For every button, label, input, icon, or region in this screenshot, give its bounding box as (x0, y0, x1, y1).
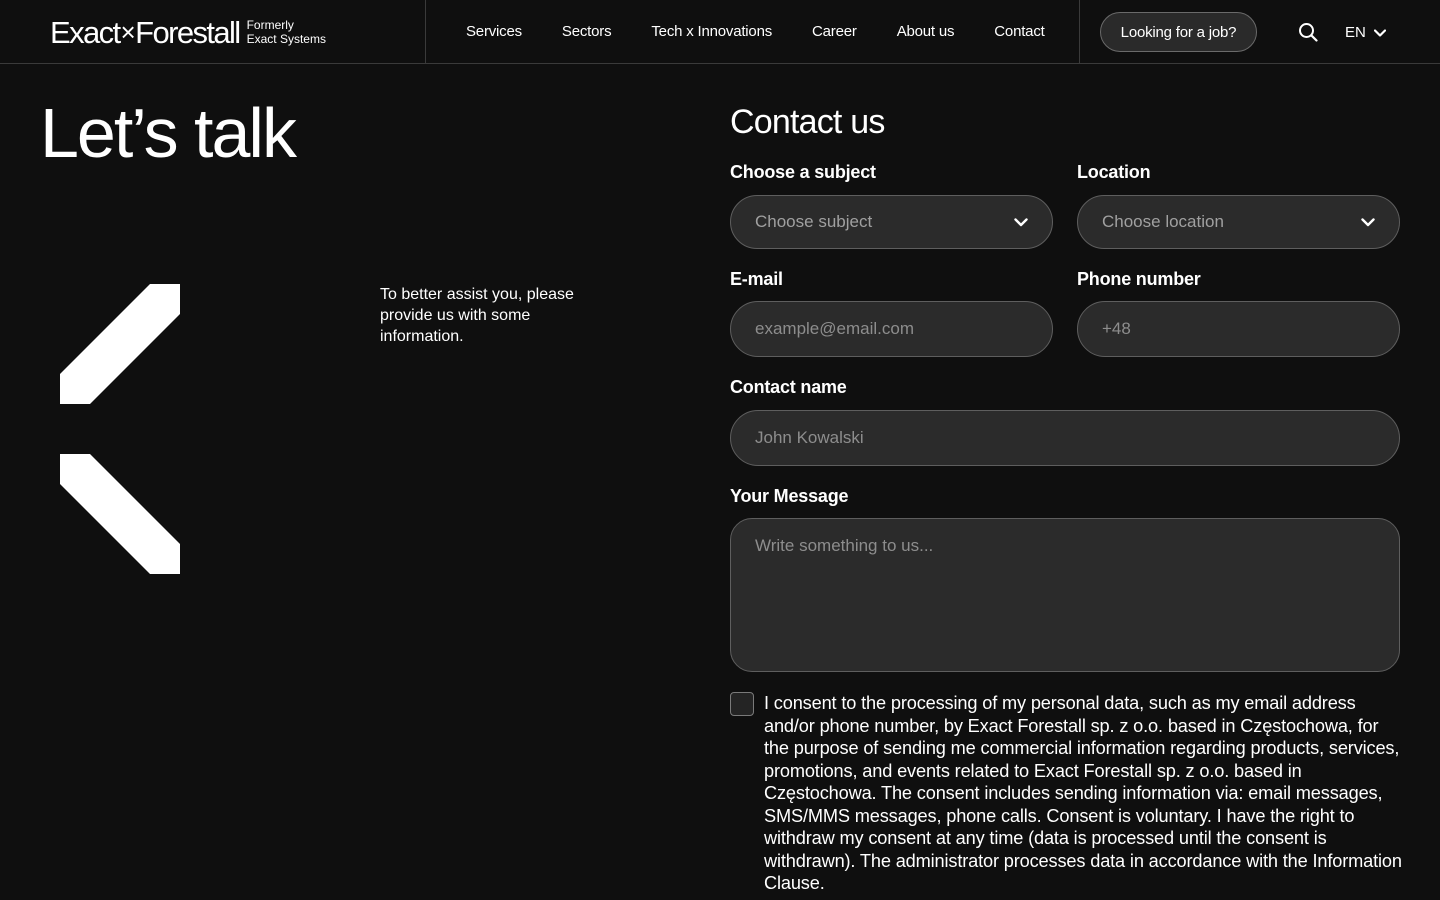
header-divider-right (1079, 0, 1080, 63)
main-nav: Services Sectors Tech x Innovations Care… (466, 0, 1045, 63)
chevron-down-icon (1373, 24, 1386, 41)
nav-item-contact[interactable]: Contact (994, 23, 1044, 40)
site-header: Exact × Forestall Formerly Exact Systems… (0, 0, 1440, 64)
logo-wordmark: Exact × Forestall (50, 14, 241, 50)
form-title: Contact us (730, 103, 885, 141)
logo-brand-right: Forestall (135, 14, 241, 50)
nav-item-career[interactable]: Career (812, 23, 857, 40)
nav-item-sectors[interactable]: Sectors (562, 23, 612, 40)
subject-select-value: Choose subject (755, 212, 873, 231)
message-label: Your Message (730, 486, 849, 506)
logo-sub-line2: Exact Systems (246, 32, 326, 46)
logo-sub-line1: Formerly (246, 18, 294, 32)
contact-name-label: Contact name (730, 377, 847, 397)
chevron-down-icon (1361, 212, 1375, 232)
language-code: EN (1345, 23, 1366, 41)
chevron-left-graphic (60, 284, 182, 576)
message-textarea[interactable] (730, 518, 1400, 672)
email-label: E-mail (730, 269, 783, 289)
logo-subtitle: Formerly Exact Systems (247, 18, 326, 46)
subject-select[interactable]: Choose subject (730, 195, 1053, 249)
intro-text: To better assist you, please provide us … (380, 286, 574, 345)
phone-label: Phone number (1077, 269, 1201, 289)
location-select[interactable]: Choose location (1077, 195, 1400, 249)
nav-item-about-us[interactable]: About us (897, 23, 955, 40)
location-label: Location (1077, 162, 1151, 182)
location-select-value: Choose location (1102, 212, 1224, 231)
consent-checkbox[interactable] (730, 692, 754, 716)
header-divider-left (425, 0, 426, 63)
phone-field[interactable] (1077, 301, 1400, 357)
page-title: Let’s talk (40, 94, 297, 172)
nav-item-tech-innovations[interactable]: Tech x Innovations (651, 23, 772, 40)
logo-brand-x: × (120, 17, 136, 47)
contact-name-field[interactable] (730, 410, 1400, 466)
nav-item-services[interactable]: Services (466, 23, 522, 40)
looking-for-job-button[interactable]: Looking for a job? (1100, 12, 1257, 52)
chevron-down-icon (1014, 212, 1028, 232)
consent-text: I consent to the processing of my person… (764, 693, 1402, 893)
subject-label: Choose a subject (730, 162, 876, 182)
logo-brand-left: Exact (50, 14, 121, 50)
logo[interactable]: Exact × Forestall Formerly Exact Systems (50, 14, 326, 50)
search-icon[interactable] (1298, 22, 1318, 42)
email-field[interactable] (730, 301, 1053, 357)
language-selector[interactable]: EN (1345, 22, 1386, 42)
